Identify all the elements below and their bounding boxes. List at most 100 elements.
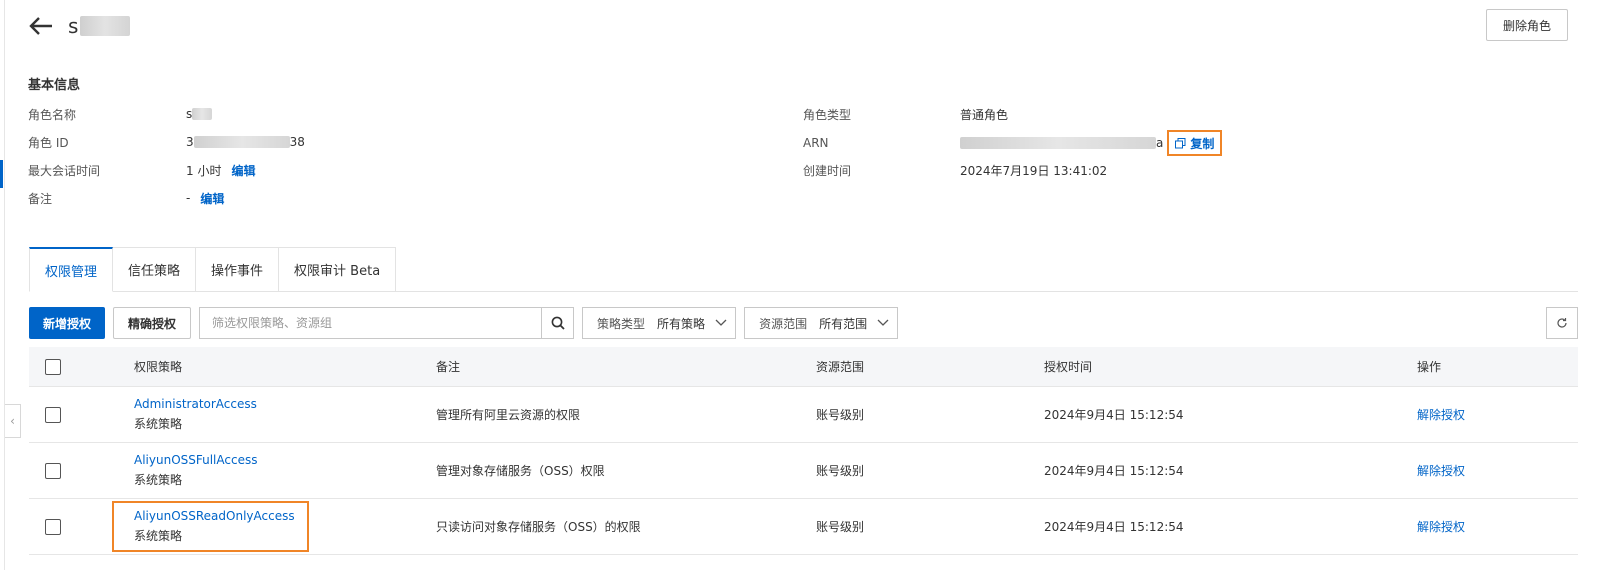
role-name-row: 角色名称 s: [28, 105, 213, 123]
note-cell: 只读访问对象存储服务（OSS）的权限: [436, 520, 641, 534]
revoke-link[interactable]: 解除授权: [1417, 408, 1465, 422]
max-session-text: 1 小时: [186, 163, 222, 178]
col-policy[interactable]: 权限策略: [119, 358, 436, 375]
left-rail: [0, 0, 5, 570]
scope-label: 资源范围: [759, 316, 808, 331]
remark-label: 备注: [28, 191, 53, 206]
policy-table: 权限策略 备注 资源范围 授权时间 操作 AdministratorAccess…: [29, 347, 1578, 555]
created-row: 创建时间 2024年7月19日 13:41:02: [803, 161, 1107, 179]
tab-audit[interactable]: 权限审计 Beta: [279, 247, 397, 292]
role-id-prefix: 3: [186, 135, 194, 149]
tab-trust-policy[interactable]: 信任策略: [113, 247, 197, 292]
select-all-checkbox[interactable]: [45, 358, 61, 375]
copy-label: 复制: [1190, 136, 1215, 151]
role-name-value: s: [186, 107, 213, 121]
policy-cell: AliyunOSSReadOnlyAccess 系统策略: [112, 501, 436, 552]
policy-name-link[interactable]: AliyunOSSFullAccess: [134, 453, 436, 467]
policy-type: 系统策略: [134, 473, 183, 487]
remark-value: - 编辑: [186, 190, 224, 207]
policy-type: 系统策略: [134, 417, 183, 431]
page-header: s 删除角色: [28, 8, 1568, 44]
policy-name-link[interactable]: AliyunOSSReadOnlyAccess: [134, 509, 295, 523]
copy-icon: [1175, 137, 1186, 148]
role-id-row: 角色 ID 3 38: [28, 133, 305, 151]
time-cell: 2024年9月4日 15:12:54: [1044, 464, 1184, 478]
created-label: 创建时间: [803, 163, 852, 178]
scope-cell: 账号级别: [816, 408, 865, 422]
add-grant-button[interactable]: 新增授权: [29, 307, 106, 339]
max-session-label: 最大会话时间: [28, 163, 101, 178]
max-session-value: 1 小时 编辑: [186, 162, 255, 179]
tab-bar: 权限管理 信任策略 操作事件 权限审计 Beta: [29, 247, 397, 292]
edit-session-link[interactable]: 编辑: [231, 162, 255, 179]
sidebar-collapse-toggle[interactable]: ‹: [5, 404, 21, 438]
highlighted-policy: AliyunOSSReadOnlyAccess 系统策略: [112, 501, 309, 552]
revoke-link[interactable]: 解除授权: [1417, 464, 1465, 478]
row-checkbox[interactable]: [45, 518, 61, 535]
edit-remark-link[interactable]: 编辑: [200, 190, 224, 207]
chevron-down-icon: [715, 319, 727, 326]
table-row: AdministratorAccess 系统策略 管理所有阿里云资源的权限 账号…: [29, 387, 1578, 443]
back-arrow-icon[interactable]: [28, 13, 54, 39]
table-row: AliyunOSSFullAccess 系统策略 管理对象存储服务（OSS）权限…: [29, 443, 1578, 499]
remark-text: -: [186, 191, 191, 205]
time-cell: 2024年9月4日 15:12:54: [1044, 408, 1184, 422]
policy-cell: AdministratorAccess 系统策略: [119, 397, 436, 432]
search-icon[interactable]: [541, 308, 573, 338]
revoke-link[interactable]: 解除授权: [1417, 520, 1465, 534]
note-cell: 管理对象存储服务（OSS）权限: [436, 464, 605, 478]
policy-type: 系统策略: [134, 529, 183, 543]
role-type-value: 普通角色: [960, 107, 1009, 122]
col-time: 授权时间: [1044, 360, 1093, 374]
refresh-icon: [1557, 318, 1567, 328]
delete-role-button[interactable]: 删除角色: [1486, 9, 1568, 41]
scope-cell: 账号级别: [816, 520, 865, 534]
role-id-value: 3 38: [186, 135, 305, 149]
arn-value: a 复制: [960, 130, 1223, 156]
arn-label: ARN: [803, 136, 829, 150]
row-checkbox[interactable]: [45, 462, 61, 479]
table-header: 权限策略 备注 资源范围 授权时间 操作: [29, 347, 1578, 387]
arn-suffix: a: [1156, 136, 1164, 150]
chevron-down-icon: [877, 319, 889, 326]
arn-row: ARN a 复制: [803, 130, 1223, 156]
scope-value: 所有范围: [819, 316, 868, 331]
precise-grant-button[interactable]: 精确授权: [113, 307, 192, 339]
max-session-row: 最大会话时间 1 小时 编辑: [28, 161, 255, 179]
scope-cell: 账号级别: [816, 464, 865, 478]
time-cell: 2024年9月4日 15:12:54: [1044, 520, 1184, 534]
role-type-row: 角色类型 普通角色: [803, 105, 1008, 123]
table-row: AliyunOSSReadOnlyAccess 系统策略 只读访问对象存储服务（…: [29, 499, 1578, 555]
col-scope: 资源范围: [816, 360, 865, 374]
search-box: [199, 307, 575, 339]
redacted-title: [80, 16, 131, 36]
policy-type-value: 所有策略: [657, 316, 706, 331]
chevron-left-icon: ‹: [10, 414, 15, 428]
created-value: 2024年7月19日 13:41:02: [960, 163, 1108, 178]
col-note: 备注: [436, 360, 461, 374]
search-input[interactable]: [200, 308, 542, 338]
policy-name-link[interactable]: AdministratorAccess: [134, 397, 436, 411]
redacted-arn: [960, 137, 1156, 149]
policy-cell: AliyunOSSFullAccess 系统策略: [119, 453, 436, 488]
role-type-label: 角色类型: [803, 107, 852, 122]
role-title: s: [68, 14, 79, 38]
policy-type-select[interactable]: 策略类型 所有策略: [582, 307, 737, 339]
tab-events[interactable]: 操作事件: [196, 247, 280, 292]
row-checkbox[interactable]: [45, 406, 61, 423]
page-title: s: [68, 14, 131, 38]
scope-select[interactable]: 资源范围 所有范围: [744, 307, 899, 339]
col-op: 操作: [1417, 360, 1442, 374]
policy-toolbar: 新增授权 精确授权 策略类型 所有策略 资源范围 所有范围: [29, 307, 1578, 339]
role-name-label: 角色名称: [28, 107, 77, 122]
redacted-role-id: [193, 136, 290, 148]
tab-permissions[interactable]: 权限管理: [29, 247, 114, 292]
refresh-button[interactable]: [1546, 307, 1578, 339]
note-cell: 管理所有阿里云资源的权限: [436, 408, 581, 422]
copy-arn-button[interactable]: 复制: [1167, 130, 1223, 156]
role-id-label: 角色 ID: [28, 135, 69, 150]
basic-info-title: 基本信息: [28, 78, 81, 93]
role-id-suffix: 38: [289, 135, 305, 149]
rail-active-marker: [0, 160, 3, 188]
redacted-role-name: [192, 108, 213, 120]
